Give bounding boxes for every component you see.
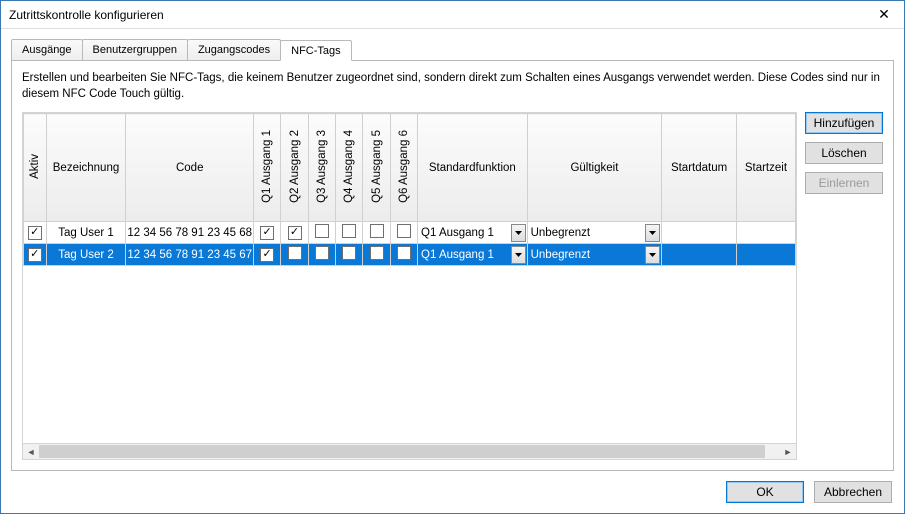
q3-checkbox[interactable] [315, 224, 329, 238]
q1-checkbox[interactable]: ✓ [260, 248, 274, 262]
scroll-thumb[interactable] [39, 445, 765, 458]
table-area: Aktiv Bezeichnung Code Q1 Ausgang 1 Q2 A… [22, 112, 797, 460]
col-aktiv[interactable]: Aktiv [24, 114, 47, 222]
col-q3[interactable]: Q3 Ausgang 3 [308, 114, 335, 222]
tab-zugangscodes[interactable]: Zugangscodes [187, 39, 281, 60]
q4-checkbox[interactable] [342, 246, 356, 260]
cancel-button[interactable]: Abbrechen [814, 481, 892, 503]
gueltig-select-value: Unbegrenzt [528, 227, 646, 239]
col-gueltig[interactable]: Gültigkeit [527, 114, 662, 222]
standard-select-dropdown-icon[interactable] [511, 224, 526, 242]
tab-nfc-tags[interactable]: NFC-Tags [280, 40, 352, 61]
dialog-footer: OK Abbrechen [1, 471, 904, 513]
tab-ausgaenge[interactable]: Ausgänge [11, 39, 83, 60]
scroll-left-icon[interactable]: ◄ [23, 444, 39, 459]
q5-checkbox[interactable] [370, 246, 384, 260]
col-q1[interactable]: Q1 Ausgang 1 [253, 114, 280, 222]
col-q2[interactable]: Q2 Ausgang 2 [281, 114, 308, 222]
q5-checkbox[interactable] [370, 224, 384, 238]
q6-checkbox[interactable] [397, 224, 411, 238]
table-scroll: Aktiv Bezeichnung Code Q1 Ausgang 1 Q2 A… [22, 112, 797, 460]
side-buttons: Hinzufügen Löschen Einlernen [805, 112, 883, 460]
startzeit-cell[interactable] [736, 222, 795, 244]
col-startdatum[interactable]: Startdatum [662, 114, 737, 222]
q4-checkbox[interactable] [342, 224, 356, 238]
bezeichnung-cell[interactable]: Tag User 2 [46, 244, 126, 266]
content-row: Aktiv Bezeichnung Code Q1 Ausgang 1 Q2 A… [22, 112, 883, 460]
col-code[interactable]: Code [126, 114, 254, 222]
code-cell[interactable]: 12 34 56 78 91 23 45 68 [126, 222, 254, 244]
col-startzeit[interactable]: Startzeit [736, 114, 795, 222]
tab-bar: Ausgänge Benutzergruppen Zugangscodes NF… [1, 29, 904, 60]
startdatum-cell[interactable] [662, 244, 737, 266]
col-q6[interactable]: Q6 Ausgang 6 [390, 114, 417, 222]
horizontal-scrollbar[interactable]: ◄ ► [23, 443, 796, 459]
dialog-window: Zutrittskontrolle konfigurieren ✕ Ausgän… [0, 0, 905, 514]
table-row[interactable]: ✓ Tag User 112 34 56 78 91 23 45 68 ✓ ✓ Q1 A… [24, 222, 796, 244]
panel-description: Erstellen und bearbeiten Sie NFC-Tags, d… [22, 71, 883, 112]
bezeichnung-cell[interactable]: Tag User 1 [46, 222, 126, 244]
table-row[interactable]: ✓ Tag User 212 34 56 78 91 23 45 67 ✓ Q1 Au… [24, 244, 796, 266]
col-q4[interactable]: Q4 Ausgang 4 [336, 114, 363, 222]
q2-checkbox[interactable]: ✓ [288, 226, 302, 240]
gueltig-select-dropdown-icon[interactable] [645, 246, 660, 264]
aktiv-checkbox[interactable]: ✓ [28, 248, 42, 262]
code-cell[interactable]: 12 34 56 78 91 23 45 67 [126, 244, 254, 266]
add-button[interactable]: Hinzufügen [805, 112, 883, 134]
learn-button[interactable]: Einlernen [805, 172, 883, 194]
titlebar: Zutrittskontrolle konfigurieren ✕ [1, 1, 904, 29]
q3-checkbox[interactable] [315, 246, 329, 260]
col-standard[interactable]: Standardfunktion [418, 114, 528, 222]
close-icon[interactable]: ✕ [864, 1, 904, 28]
startzeit-cell[interactable] [736, 244, 795, 266]
col-q5[interactable]: Q5 Ausgang 5 [363, 114, 390, 222]
standard-select-value: Q1 Ausgang 1 [418, 249, 511, 261]
scroll-track[interactable] [39, 444, 780, 459]
gueltig-select-value: Unbegrenzt [528, 249, 646, 261]
tab-panel-nfc: Erstellen und bearbeiten Sie NFC-Tags, d… [11, 60, 894, 471]
col-bezeichnung[interactable]: Bezeichnung [46, 114, 126, 222]
startdatum-cell[interactable] [662, 222, 737, 244]
ok-button[interactable]: OK [726, 481, 804, 503]
window-title: Zutrittskontrolle konfigurieren [9, 8, 864, 22]
tab-benutzergruppen[interactable]: Benutzergruppen [82, 39, 188, 60]
nfc-table: Aktiv Bezeichnung Code Q1 Ausgang 1 Q2 A… [23, 113, 796, 266]
scroll-right-icon[interactable]: ► [780, 444, 796, 459]
delete-button[interactable]: Löschen [805, 142, 883, 164]
standard-select-dropdown-icon[interactable] [511, 246, 526, 264]
q2-checkbox[interactable] [288, 246, 302, 260]
gueltig-select-dropdown-icon[interactable] [645, 224, 660, 242]
q1-checkbox[interactable]: ✓ [260, 226, 274, 240]
standard-select-value: Q1 Ausgang 1 [418, 227, 511, 239]
aktiv-checkbox[interactable]: ✓ [28, 226, 42, 240]
q6-checkbox[interactable] [397, 246, 411, 260]
